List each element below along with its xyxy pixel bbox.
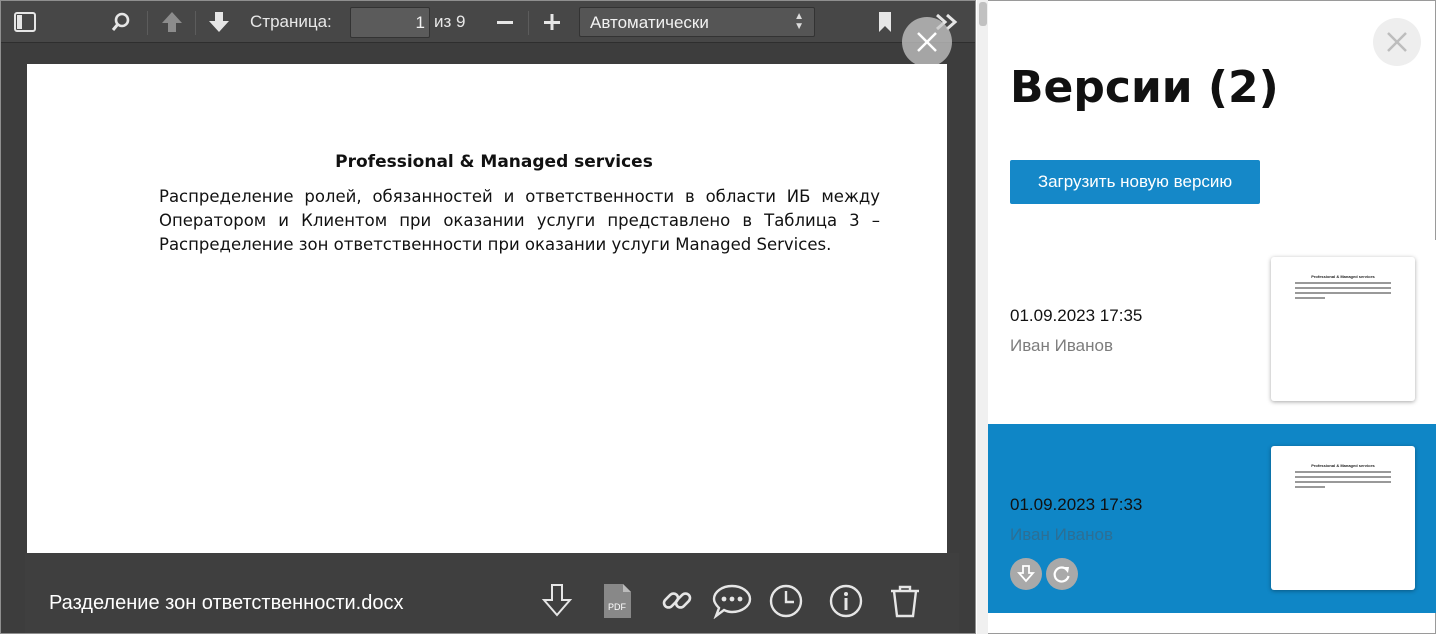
thumbnail-line bbox=[1295, 297, 1325, 299]
version-author: Иван Иванов bbox=[1010, 525, 1114, 544]
select-arrows-icon: ▲ ▼ bbox=[794, 11, 804, 32]
download-icon[interactable] bbox=[537, 581, 577, 621]
thumbnail-line bbox=[1295, 471, 1391, 473]
comments-icon[interactable] bbox=[712, 581, 752, 621]
trash-icon[interactable] bbox=[885, 581, 925, 621]
thumbnail-line bbox=[1295, 481, 1391, 483]
panel-close-button[interactable] bbox=[1373, 18, 1421, 66]
version-item-selected[interactable]: 01.09.2023 17:33 Иван Иванов Professiona… bbox=[988, 424, 1436, 613]
toolbar-separator bbox=[195, 11, 196, 35]
thumbnail-line bbox=[1295, 486, 1325, 488]
zoom-select[interactable]: Автоматически ▲ ▼ bbox=[579, 7, 815, 37]
thumbnail-line bbox=[1295, 282, 1391, 284]
pdf-icon[interactable]: PDF bbox=[597, 581, 637, 621]
restore-version-button[interactable] bbox=[1046, 558, 1078, 590]
document-paragraph: Распределение ролей, обязанностей и отве… bbox=[159, 187, 880, 254]
document-heading: Professional & Managed services bbox=[335, 152, 653, 172]
version-author: Иван Иванов bbox=[1010, 336, 1114, 355]
page-number-input[interactable]: 1 bbox=[350, 7, 430, 38]
close-icon bbox=[1387, 32, 1407, 52]
version-item[interactable]: 01.09.2023 17:35 Иван Иванов Professiona… bbox=[988, 240, 1436, 424]
upload-new-version-button[interactable]: Загрузить новую версию bbox=[1010, 160, 1260, 204]
file-actions-bar: Разделение зон ответственности.docx PDF bbox=[25, 553, 959, 633]
version-thumbnail[interactable]: Professional & Managed services bbox=[1271, 446, 1415, 590]
page-label: Страница: bbox=[250, 12, 332, 31]
file-name: Разделение зон ответственности.docx bbox=[49, 592, 404, 614]
zoom-select-value: Автоматически bbox=[590, 13, 709, 32]
arrow-up-icon[interactable] bbox=[158, 9, 186, 35]
document-page bbox=[27, 64, 947, 553]
thumbnail-line bbox=[1295, 292, 1391, 294]
toolbar-separator bbox=[528, 11, 529, 35]
viewer-scrollbar[interactable] bbox=[977, 0, 988, 634]
download-version-button[interactable] bbox=[1010, 558, 1042, 590]
thumbnail-title: Professional & Managed services bbox=[1311, 274, 1375, 279]
viewer-scrollbar-thumb[interactable] bbox=[979, 2, 987, 26]
panel-title: Версии (2) bbox=[1010, 62, 1279, 113]
page-number-value: 1 bbox=[415, 13, 425, 32]
restore-icon bbox=[1053, 566, 1070, 583]
viewer-toolbar: Страница: 1 из 9 Автоматически ▲ ▼ bbox=[1, 1, 975, 43]
thumbnail-line bbox=[1295, 287, 1391, 289]
minus-icon[interactable] bbox=[491, 9, 519, 35]
viewer-close-button[interactable] bbox=[902, 17, 952, 67]
plus-icon[interactable] bbox=[538, 9, 566, 35]
page-total: из 9 bbox=[434, 12, 466, 31]
info-icon[interactable] bbox=[826, 581, 866, 621]
version-date: 01.09.2023 17:35 bbox=[1010, 306, 1143, 325]
search-icon[interactable] bbox=[107, 9, 135, 35]
version-actions bbox=[1010, 558, 1078, 590]
arrow-down-icon[interactable] bbox=[205, 9, 233, 35]
close-icon bbox=[917, 32, 937, 52]
history-icon[interactable] bbox=[766, 581, 806, 621]
toolbar-separator bbox=[147, 11, 148, 35]
version-date: 01.09.2023 17:33 bbox=[1010, 495, 1143, 514]
download-icon bbox=[1017, 565, 1035, 583]
sidebar-toggle-icon[interactable] bbox=[11, 9, 39, 35]
thumbnail-line bbox=[1295, 476, 1391, 478]
document-viewer: Страница: 1 из 9 Автоматически ▲ ▼ Profes… bbox=[0, 0, 976, 634]
thumbnail-title: Professional & Managed services bbox=[1311, 463, 1375, 468]
version-thumbnail[interactable]: Professional & Managed services bbox=[1271, 257, 1415, 401]
link-icon[interactable] bbox=[657, 581, 697, 621]
bookmark-icon[interactable] bbox=[871, 9, 899, 35]
pdf-icon-label: PDF bbox=[608, 602, 627, 612]
